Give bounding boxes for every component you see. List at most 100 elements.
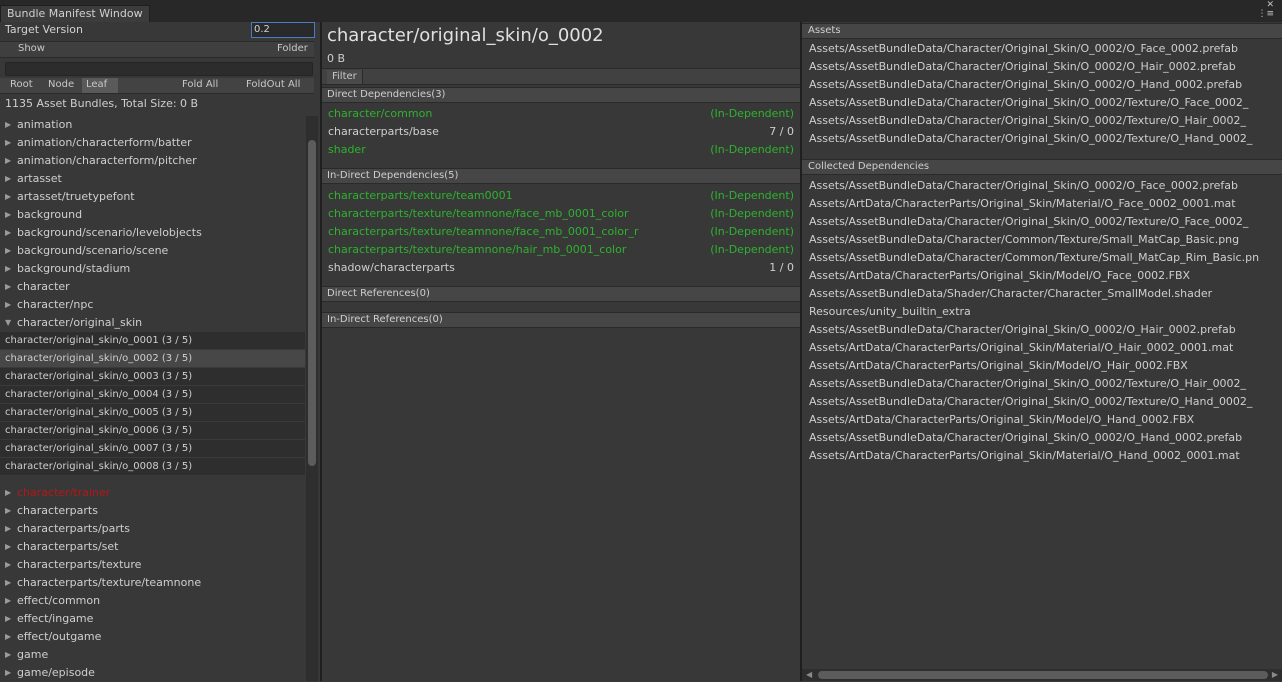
asset-row[interactable]: Assets/AssetBundleData/Character/Origina… <box>809 112 1282 130</box>
dependency-row[interactable]: character/common (In-Dependent) <box>322 105 800 123</box>
tree-node[interactable]: ▶ game <box>0 646 305 664</box>
tree-node[interactable]: ▶ animation/characterform/batter <box>0 134 305 152</box>
tree-leaf[interactable]: character/original_skin/o_0008 (3 / 5) <box>0 458 305 476</box>
tree-node[interactable]: ▶ artasset <box>0 170 305 188</box>
tree-node[interactable]: ▶ effect/outgame <box>0 628 305 646</box>
expand-arrow-icon[interactable]: ▶ <box>5 610 11 628</box>
tree-node[interactable]: ▶ animation <box>0 116 305 134</box>
expand-arrow-icon[interactable]: ▶ <box>5 224 11 242</box>
expand-arrow-icon[interactable]: ▶ <box>5 484 11 502</box>
tree-node[interactable]: ▶ background <box>0 206 305 224</box>
dependency-row[interactable]: characterparts/texture/team0001 (In-Depen… <box>322 187 800 205</box>
expand-arrow-icon[interactable]: ▶ <box>5 574 11 592</box>
collected-row[interactable]: Assets/AssetBundleData/Character/Origina… <box>809 321 1282 339</box>
scroll-left-icon[interactable]: ◀ <box>806 669 812 681</box>
expand-arrow-icon[interactable]: ▶ <box>5 556 11 574</box>
dependency-row[interactable]: shader (In-Dependent) <box>322 141 800 159</box>
root-button[interactable]: Root <box>6 78 44 93</box>
tree-node[interactable]: ▶ background/scenario/levelobjects <box>0 224 305 242</box>
expand-arrow-icon[interactable]: ▶ <box>5 502 11 520</box>
collected-row[interactable]: Assets/AssetBundleData/Character/Origina… <box>809 393 1282 411</box>
tree-leaf[interactable]: character/original_skin/o_0007 (3 / 5) <box>0 440 305 458</box>
tree-node[interactable]: ▶ animation/characterform/pitcher <box>0 152 305 170</box>
asset-row[interactable]: Assets/AssetBundleData/Character/Origina… <box>809 76 1282 94</box>
expand-arrow-icon[interactable]: ▶ <box>5 170 11 188</box>
show-button[interactable]: Show <box>18 43 45 54</box>
expand-arrow-icon[interactable]: ▶ <box>5 260 11 278</box>
filter-button[interactable]: Filter <box>327 70 363 84</box>
collected-row[interactable]: Assets/AssetBundleData/Character/Common/… <box>809 249 1282 267</box>
dependency-row[interactable]: characterparts/texture/teamnone/face_mb_… <box>322 223 800 241</box>
tree-scrollbar[interactable] <box>306 116 318 681</box>
expand-arrow-icon[interactable]: ▶ <box>5 592 11 610</box>
tree-node[interactable]: ▶ characterparts/texture <box>0 556 305 574</box>
assets-hscrollbar-thumb[interactable] <box>818 671 1268 679</box>
expand-arrow-icon[interactable]: ▶ <box>5 134 11 152</box>
collected-row[interactable]: Assets/AssetBundleData/Character/Origina… <box>809 213 1282 231</box>
collected-row[interactable]: Assets/AssetBundleData/Character/Origina… <box>809 375 1282 393</box>
expand-arrow-icon[interactable]: ▶ <box>5 664 11 682</box>
tree-leaf[interactable]: character/original_skin/o_0006 (3 / 5) <box>0 422 305 440</box>
collected-row[interactable]: Assets/AssetBundleData/Character/Origina… <box>809 177 1282 195</box>
collected-row[interactable]: Assets/ArtData/CharacterParts/Original_S… <box>809 195 1282 213</box>
expand-arrow-icon[interactable]: ▶ <box>5 242 11 260</box>
asset-row[interactable]: Assets/AssetBundleData/Character/Origina… <box>809 94 1282 112</box>
indirect-deps-header[interactable]: In-Direct Dependencies(5) <box>322 168 800 184</box>
tree-node[interactable]: ▶ effect/ingame <box>0 610 305 628</box>
direct-refs-header[interactable]: Direct References(0) <box>322 286 800 302</box>
leaf-button[interactable]: Leaf <box>82 78 118 93</box>
tree-node[interactable]: ▶ character <box>0 278 305 296</box>
tree-node[interactable]: ▶ background/stadium <box>0 260 305 278</box>
tree-node[interactable]: ▶ background/scenario/scene <box>0 242 305 260</box>
dependency-row[interactable]: shadow/characterparts 1 / 0 <box>322 259 800 277</box>
target-version-input[interactable]: 0.2 <box>251 22 315 38</box>
tree-node[interactable]: ▶ artasset/truetypefont <box>0 188 305 206</box>
tree-leaf[interactable]: character/original_skin/o_0003 (3 / 5) <box>0 368 305 386</box>
tree-node-warning[interactable]: ▶ character/trainer <box>0 484 305 502</box>
tree-leaf[interactable]: character/original_skin/o_0005 (3 / 5) <box>0 404 305 422</box>
collapse-arrow-icon[interactable]: ▼ <box>5 314 11 332</box>
collected-row[interactable]: Assets/ArtData/CharacterParts/Original_S… <box>809 267 1282 285</box>
expand-arrow-icon[interactable]: ▶ <box>5 296 11 314</box>
asset-row[interactable]: Assets/AssetBundleData/Character/Origina… <box>809 40 1282 58</box>
collected-row[interactable]: Assets/ArtData/CharacterParts/Original_S… <box>809 339 1282 357</box>
assets-header[interactable]: Assets <box>802 23 1282 39</box>
expand-arrow-icon[interactable]: ▶ <box>5 188 11 206</box>
tree-leaf[interactable]: character/original_skin/o_0001 (3 / 5) <box>0 332 305 350</box>
collected-row[interactable]: Assets/AssetBundleData/Character/Origina… <box>809 429 1282 447</box>
tree-node[interactable]: ▶ characterparts/set <box>0 538 305 556</box>
expand-arrow-icon[interactable]: ▶ <box>5 278 11 296</box>
collected-row[interactable]: Assets/ArtData/CharacterParts/Original_S… <box>809 357 1282 375</box>
expand-arrow-icon[interactable]: ▶ <box>5 520 11 538</box>
tree-leaf-selected[interactable]: character/original_skin/o_0002 (3 / 5) <box>0 350 305 368</box>
dependency-row[interactable]: characterparts/texture/teamnone/face_mb_… <box>322 205 800 223</box>
indirect-refs-header[interactable]: In-Direct References(0) <box>322 312 800 328</box>
window-tab[interactable]: Bundle Manifest Window <box>0 5 150 22</box>
collected-deps-header[interactable]: Collected Dependencies <box>802 159 1282 175</box>
tree-scrollbar-thumb[interactable] <box>308 140 316 466</box>
collected-row[interactable]: Assets/AssetBundleData/Character/Common/… <box>809 231 1282 249</box>
dependency-row[interactable]: characterparts/base 7 / 0 <box>322 123 800 141</box>
expand-arrow-icon[interactable]: ▶ <box>5 116 11 134</box>
assets-hscrollbar[interactable]: ◀ ▶ <box>802 669 1282 681</box>
tree-node[interactable]: ▶ characterparts/parts <box>0 520 305 538</box>
direct-deps-header[interactable]: Direct Dependencies(3) <box>322 87 800 103</box>
tree-node[interactable]: ▶ character/npc <box>0 296 305 314</box>
tree-node[interactable]: ▶ game/episode <box>0 664 305 682</box>
asset-row[interactable]: Assets/AssetBundleData/Character/Origina… <box>809 58 1282 76</box>
collected-row[interactable]: Resources/unity_builtin_extra <box>809 303 1282 321</box>
expand-arrow-icon[interactable]: ▶ <box>5 538 11 556</box>
tree-node-expanded[interactable]: ▼ character/original_skin <box>0 314 305 332</box>
collected-row[interactable]: Assets/AssetBundleData/Shader/Character/… <box>809 285 1282 303</box>
collected-row[interactable]: Assets/ArtData/CharacterParts/Original_S… <box>809 411 1282 429</box>
tree-node[interactable]: ▶ characterparts <box>0 502 305 520</box>
dependency-row[interactable]: characterparts/texture/teamnone/hair_mb_… <box>322 241 800 259</box>
folder-button[interactable]: Folder <box>277 43 308 54</box>
foldout-all-button[interactable]: FoldOut All <box>242 78 300 93</box>
asset-row[interactable]: Assets/AssetBundleData/Character/Origina… <box>809 130 1282 148</box>
scroll-right-icon[interactable]: ▶ <box>1272 669 1278 681</box>
collected-row[interactable]: Assets/ArtData/CharacterParts/Original_S… <box>809 447 1282 465</box>
search-input[interactable] <box>5 62 313 76</box>
tree-node[interactable]: ▶ effect/common <box>0 592 305 610</box>
fold-all-button[interactable]: Fold All <box>178 78 218 93</box>
